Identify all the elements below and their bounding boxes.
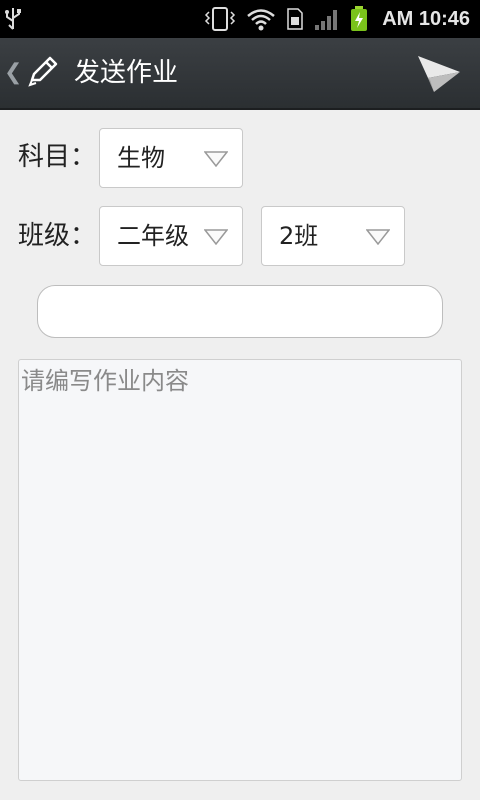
subject-dropdown[interactable]: 生物	[99, 128, 243, 188]
vibrate-icon	[204, 7, 236, 31]
pencil-icon	[28, 56, 58, 87]
grade-dropdown[interactable]: 二年级	[99, 206, 243, 266]
chevron-left-icon[interactable]: ❮	[4, 62, 22, 84]
homework-title-input[interactable]	[37, 285, 443, 338]
action-bar: ❮ 发送作业	[0, 38, 480, 110]
page-title: 发送作业	[74, 58, 179, 88]
homework-content-textarea[interactable]: 请编写作业内容	[18, 359, 462, 781]
usb-icon	[5, 8, 21, 30]
status-bar: AM 10:46	[0, 0, 480, 38]
grade-value: 二年级	[117, 222, 189, 250]
status-icons	[204, 6, 368, 32]
content-placeholder: 请编写作业内容	[21, 367, 189, 395]
wifi-icon	[247, 9, 275, 31]
class-label: 班级：	[18, 221, 97, 251]
battery-charging-icon	[351, 6, 367, 31]
subject-value: 生物	[117, 144, 165, 172]
signal-icon	[315, 10, 337, 30]
class-dropdown[interactable]: 2班	[261, 206, 405, 266]
sim-card-icon	[287, 8, 303, 30]
chevron-down-icon	[366, 229, 390, 245]
class-value: 2班	[279, 222, 319, 250]
subject-label: 科目：	[18, 142, 97, 172]
status-time: AM 10:46	[382, 8, 470, 30]
chevron-down-icon	[204, 151, 228, 167]
paper-plane-send-icon[interactable]	[416, 52, 462, 96]
chevron-down-icon	[204, 229, 228, 245]
